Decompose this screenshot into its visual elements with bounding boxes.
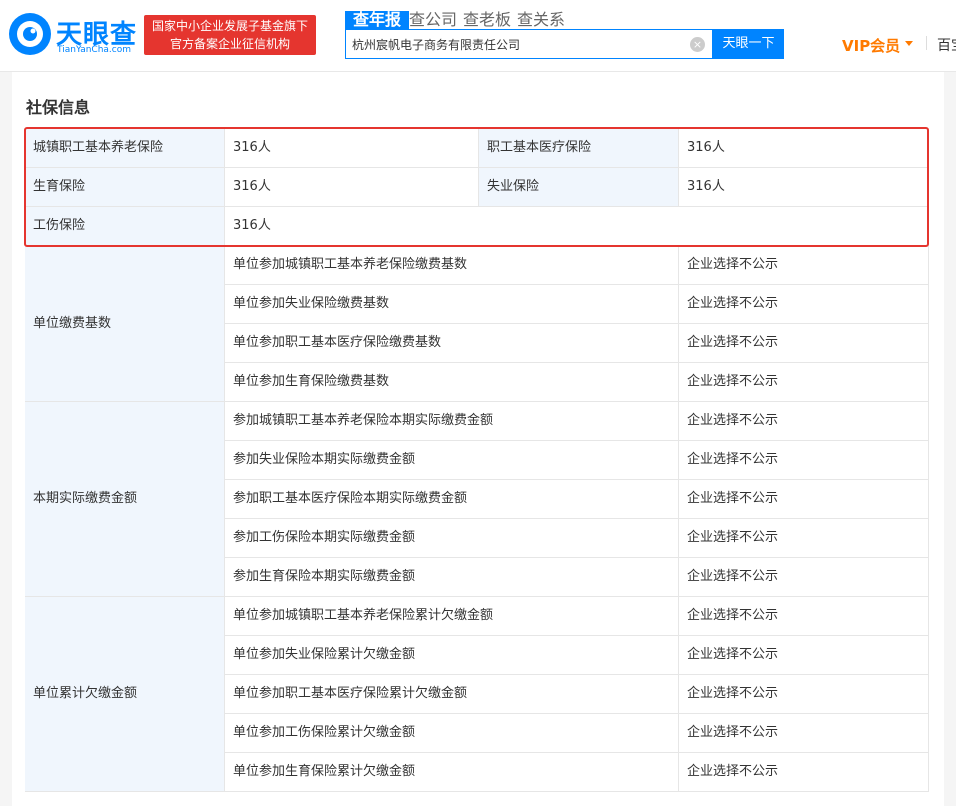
badge-line-2: 官方备案企业征信机构: [169, 37, 290, 51]
table-row-value: 企业选择不公示: [679, 753, 929, 792]
table-row-item: 单位参加生育保险缴费基数: [225, 363, 679, 402]
table-row-item: 单位参加职工基本医疗保险累计欠缴金额: [225, 675, 679, 714]
tab-relation[interactable]: 查关系: [517, 11, 565, 29]
summary-label: 生育保险: [25, 168, 225, 207]
tab-annual-report[interactable]: 查年报: [345, 11, 410, 29]
search-button[interactable]: 天眼一下: [713, 29, 784, 59]
clear-icon[interactable]: ×: [690, 37, 705, 52]
table-row-item: 参加城镇职工基本养老保险本期实际缴费金额: [225, 402, 679, 441]
table-row-item: 单位参加职工基本医疗保险缴费基数: [225, 324, 679, 363]
table-row-value: 企业选择不公示: [679, 714, 929, 753]
search-box: ×: [345, 29, 713, 59]
table-row-value: 企业选择不公示: [679, 246, 929, 285]
summary-label: 城镇职工基本养老保险: [25, 129, 225, 168]
table-row-item: 单位参加生育保险累计欠缴金额: [225, 753, 679, 792]
table-row-value: 企业选择不公示: [679, 558, 929, 597]
summary-value: 316人: [225, 168, 479, 207]
chevron-down-icon[interactable]: [905, 41, 913, 46]
table-row-item: 单位参加城镇职工基本养老保险累计欠缴金额: [225, 597, 679, 636]
group-label: 本期实际缴费金额: [25, 402, 225, 597]
top-header: 天眼查 TianYanCha.com 国家中小企业发展子基金旗下 官方备案企业征…: [0, 0, 956, 72]
search-input[interactable]: [352, 35, 682, 53]
table-row-value: 企业选择不公示: [679, 675, 929, 714]
tab-boss[interactable]: 查老板: [463, 11, 511, 29]
summary-value: 316人: [225, 129, 479, 168]
official-badge: 国家中小企业发展子基金旗下 官方备案企业征信机构: [144, 15, 316, 55]
summary-label: 职工基本医疗保险: [479, 129, 679, 168]
table-row-value: 企业选择不公示: [679, 363, 929, 402]
badge-line-1: 国家中小企业发展子基金旗下: [151, 19, 308, 33]
table-row-value: 企业选择不公示: [679, 441, 929, 480]
table-row-value: 企业选择不公示: [679, 636, 929, 675]
section-title: 社保信息: [26, 98, 91, 117]
table-row-item: 单位参加城镇职工基本养老保险缴费基数: [225, 246, 679, 285]
nav-divider: [926, 36, 927, 50]
summary-value: 316人: [225, 207, 929, 246]
table-row-value: 企业选择不公示: [679, 324, 929, 363]
summary-label: 失业保险: [479, 168, 679, 207]
table-row-item: 参加职工基本医疗保险本期实际缴费金额: [225, 480, 679, 519]
table-row-value: 企业选择不公示: [679, 597, 929, 636]
table-row-item: 单位参加失业保险累计欠缴金额: [225, 636, 679, 675]
vip-link[interactable]: VIP会员: [842, 35, 900, 56]
summary-label: 工伤保险: [25, 207, 225, 246]
summary-value: 316人: [679, 168, 929, 207]
table-row-value: 企业选择不公示: [679, 402, 929, 441]
group-label: 单位缴费基数: [25, 246, 225, 402]
tab-company[interactable]: 查公司: [409, 11, 457, 29]
nav-more[interactable]: 百宝: [937, 35, 956, 55]
table-row-value: 企业选择不公示: [679, 519, 929, 558]
table-row-item: 参加失业保险本期实际缴费金额: [225, 441, 679, 480]
logo-eye-icon: [9, 13, 51, 55]
table-row-item: 参加生育保险本期实际缴费金额: [225, 558, 679, 597]
summary-value: 316人: [679, 129, 929, 168]
table-row-value: 企业选择不公示: [679, 285, 929, 324]
logo-domain: TianYanCha.com: [57, 45, 132, 55]
table-row-value: 企业选择不公示: [679, 480, 929, 519]
tianyancha-logo[interactable]: 天眼查 TianYanCha.com: [8, 12, 136, 58]
group-label: 单位累计欠缴金额: [25, 597, 225, 792]
table-row-item: 参加工伤保险本期实际缴费金额: [225, 519, 679, 558]
table-row-item: 单位参加失业保险缴费基数: [225, 285, 679, 324]
table-row-item: 单位参加工伤保险累计欠缴金额: [225, 714, 679, 753]
